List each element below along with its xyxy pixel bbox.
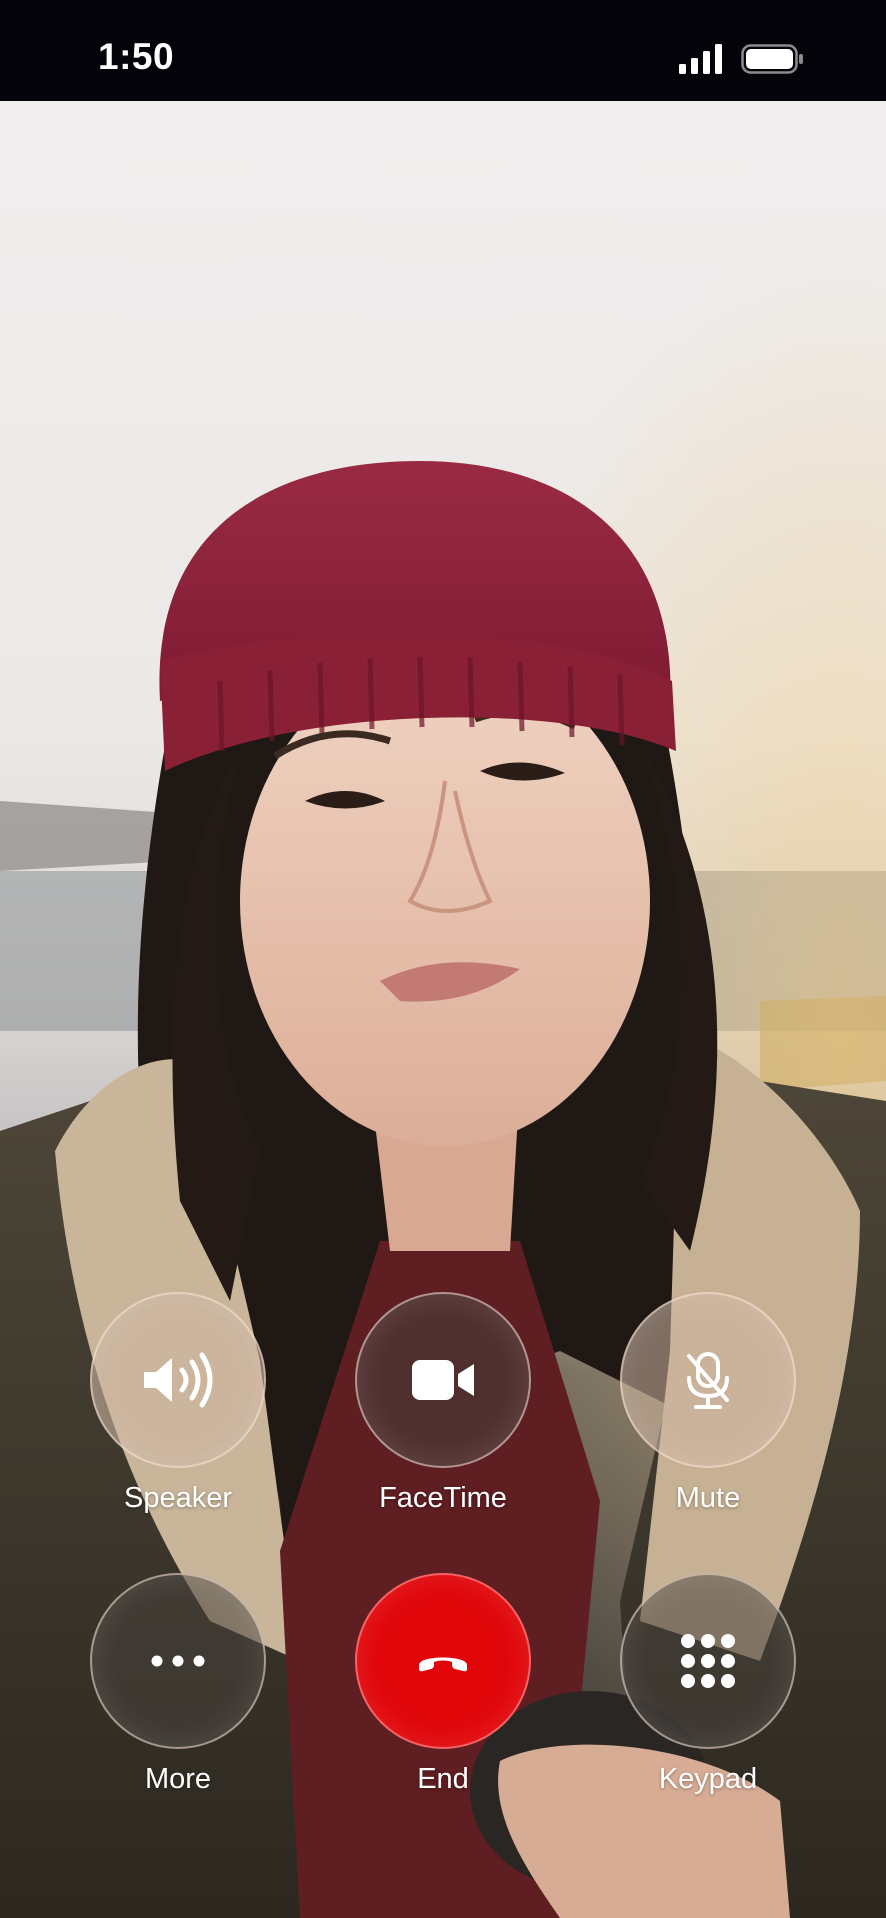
cellular-signal-icon [679,44,722,74]
status-time: 1:50 [98,36,175,77]
more-button[interactable] [90,1573,266,1749]
speaker-label: Speaker [123,1482,232,1514]
ellipsis-icon [151,1655,205,1667]
speaker-icon [144,1352,213,1408]
end-call-icon [419,1657,467,1672]
facetime-label: FaceTime [379,1482,507,1514]
keypad-control: Keypad [620,1573,796,1796]
facetime-control: FaceTime [355,1292,531,1515]
end-control: End [355,1573,531,1796]
more-label: More [144,1763,212,1795]
end-call-button[interactable] [355,1573,531,1749]
facetime-button[interactable] [355,1292,531,1468]
status-bar: 1:50 [0,0,886,101]
speaker-button[interactable] [90,1292,266,1468]
keypad-button[interactable] [620,1573,796,1749]
more-control: More [90,1573,266,1796]
video-camera-icon [412,1360,474,1400]
end-label: End [417,1763,469,1795]
microphone-slash-icon [687,1352,729,1409]
keypad-label: Keypad [658,1763,758,1795]
mute-button[interactable] [620,1292,796,1468]
speaker-control: Speaker [90,1292,266,1515]
keypad-icon [681,1634,735,1688]
mute-label: Mute [675,1482,741,1514]
mute-control: Mute [620,1292,796,1515]
battery-icon [741,44,803,74]
